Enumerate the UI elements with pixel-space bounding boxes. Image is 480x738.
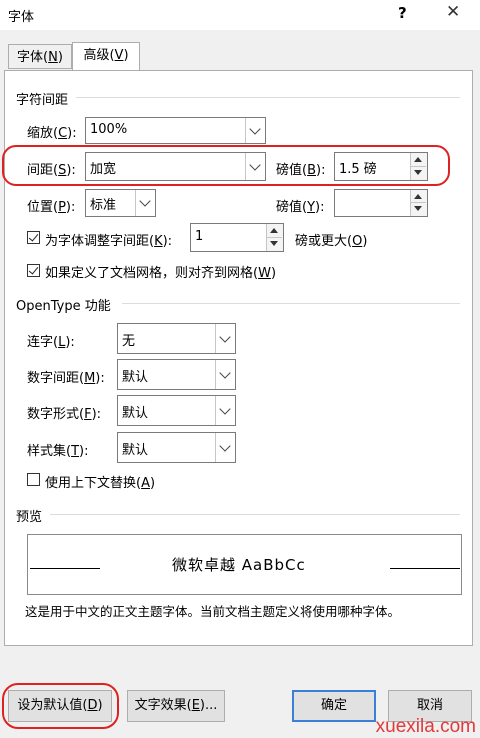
position-by-spinner[interactable] [334,189,428,217]
chevron-down-icon [139,195,151,207]
triangle-up-icon [414,194,422,199]
kerning-spin[interactable] [266,224,283,251]
stylistic-sets-label: 样式集(T): [27,444,89,459]
scale-select[interactable]: 100% [85,117,266,144]
ok-button[interactable]: 确定 [292,690,376,722]
chevron-down-icon [219,440,231,452]
ligatures-value: 无 [122,334,136,349]
chevron-down-icon [219,331,231,343]
chevron-down-icon [249,123,261,135]
preview-baseline-left [30,568,100,569]
close-button[interactable]: ✕ [446,2,460,22]
preview-description: 这是用于中文的正文主题字体。当前文档主题定义将使用哪种字体。 [25,604,401,619]
spin-down-button[interactable] [267,238,282,252]
position-value: 标准 [90,198,117,213]
number-forms-value: 默认 [122,406,149,421]
stylistic-sets-value: 默认 [122,443,149,458]
preview-box: 微软卓越 AaBbCc [27,534,462,595]
number-spacing-select[interactable]: 默认 [117,359,236,390]
number-spacing-value: 默认 [122,370,149,385]
ligatures-select[interactable]: 无 [117,323,236,354]
opentype-group-divider [122,303,460,304]
position-dropdown-button[interactable] [135,190,155,216]
text-effects-button[interactable]: 文字效果(E)... [127,690,225,722]
ligatures-dropdown-button[interactable] [215,324,235,353]
checkmark-icon [28,231,39,242]
kerning-suffix: 磅或更大(O) [295,234,368,249]
highlight-oval-default [2,683,119,729]
kerning-spinner[interactable]: 1 [190,223,284,252]
stylistic-sets-select[interactable]: 默认 [117,432,236,463]
tab-advanced[interactable]: 高级(V) [72,42,140,70]
help-button[interactable]: ? [398,4,407,22]
number-forms-dropdown-button[interactable] [215,396,235,425]
kerning-checkbox[interactable] [27,231,40,244]
position-select[interactable]: 标准 [85,189,156,217]
spin-up-button[interactable] [411,190,426,203]
checkmark-icon [28,264,39,275]
tab-advanced-label: 高级( [83,48,115,63]
tab-font-label-end: ) [57,50,63,65]
tab-font[interactable]: 字体(N) [8,44,72,69]
position-by-spin[interactable] [410,190,427,216]
preview-group-divider [50,514,460,515]
scale-dropdown-button[interactable] [245,118,265,143]
tab-advanced-label-end: ) [123,48,129,63]
scale-label: 缩放(C): [27,126,77,141]
snap-to-grid-checkbox[interactable] [27,264,40,277]
contextual-alternates-label: 使用上下文替换(A) [45,476,156,491]
stylistic-sets-dropdown-button[interactable] [215,433,235,462]
spacing-group-title: 字符间距 [16,93,69,108]
preview-baseline-right [390,568,460,569]
contextual-alternates-checkbox[interactable] [27,473,40,486]
tab-font-label: 字体( [17,50,49,65]
chevron-down-icon [219,367,231,379]
highlight-oval [2,145,450,186]
tab-font-key: N [48,50,58,65]
number-forms-label: 数字形式(F): [27,407,102,422]
scale-value: 100% [90,122,128,137]
kerning-value: 1 [195,229,204,244]
opentype-group-title: OpenType 功能 [16,299,111,314]
spin-up-button[interactable] [267,224,282,238]
position-by-label: 磅值(Y): [276,200,325,215]
title-bar [0,0,480,30]
snap-to-grid-label: 如果定义了文档网格，则对齐到网格(W) [45,266,277,281]
number-spacing-dropdown-button[interactable] [215,360,235,389]
number-forms-select[interactable]: 默认 [117,395,236,426]
chevron-down-icon [219,403,231,415]
window-title: 字体 [8,10,35,25]
spacing-group-divider [76,97,460,98]
triangle-down-icon [414,206,422,211]
watermark: xuexila.com [375,716,476,737]
triangle-down-icon [270,240,278,246]
spin-down-button[interactable] [411,203,426,216]
triangle-up-icon [270,228,278,233]
ligatures-label: 连字(L): [27,335,75,350]
position-label: 位置(P): [27,200,76,215]
preview-sample-text: 微软卓越 AaBbCc [172,556,306,574]
preview-group-title: 预览 [16,510,43,525]
kerning-label: 为字体调整字间距(K): [45,234,173,249]
number-spacing-label: 数字间距(M): [27,371,105,386]
